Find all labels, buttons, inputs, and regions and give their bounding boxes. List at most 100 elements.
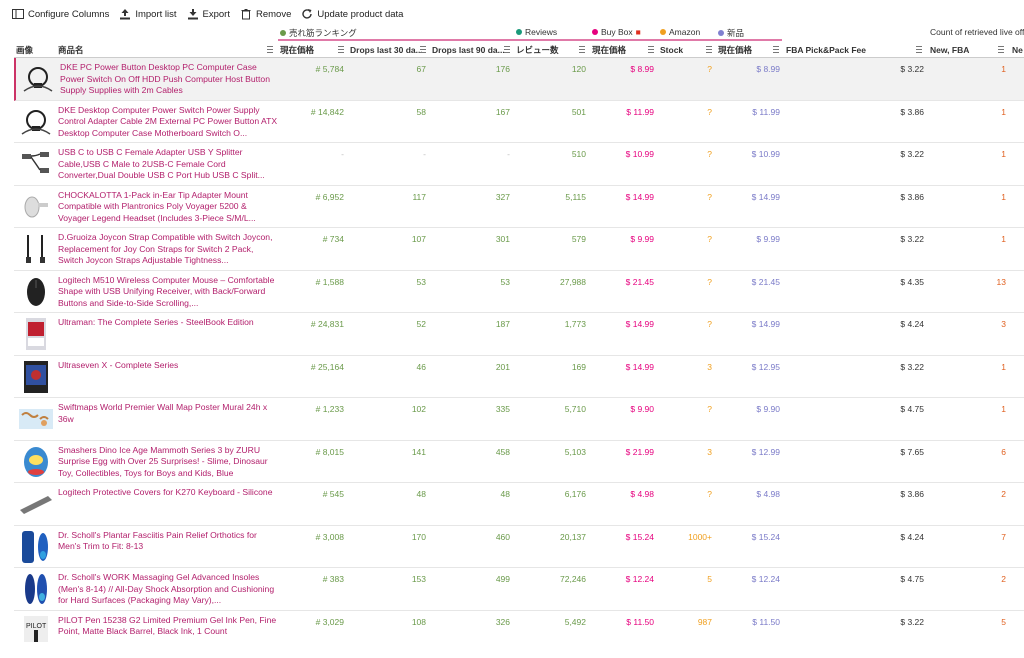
col-reviews[interactable]: レビュー数 <box>514 42 578 58</box>
table-row[interactable]: USB C to USB C Female Adapter USB Y Spli… <box>14 143 1024 186</box>
col-bb-menu-icon[interactable] <box>648 46 654 53</box>
drops30-cell: 48 <box>416 489 426 499</box>
import-list-label: Import list <box>135 8 177 20</box>
product-title-link[interactable]: Dr. Scholl's Plantar Fasciitis Pain Reli… <box>58 530 280 553</box>
product-title-link[interactable]: Swiftmaps World Premier Wall Map Poster … <box>58 402 280 425</box>
drops30-cell: 67 <box>416 64 426 74</box>
new-price-cell: $ 12.95 <box>751 361 780 372</box>
product-title-link[interactable]: PILOT Pen 15238 G2 Limited Premium Gel I… <box>58 615 280 638</box>
product-image[interactable] <box>18 486 54 522</box>
reviews-cell: 169 <box>571 361 586 372</box>
sales-rank-cell: # 545 <box>322 489 344 499</box>
configure-columns-label: Configure Columns <box>28 8 110 20</box>
sales-rank-cell: # 734 <box>322 234 344 244</box>
product-title-link[interactable]: DKE Desktop Computer Power Switch Power … <box>58 105 280 140</box>
product-title-link[interactable]: CHOCKALOTTA 1-Pack in-Ear Tip Adapter Mo… <box>58 190 280 225</box>
count-cell: 2 <box>1001 489 1006 499</box>
buybox-price-cell: $ 15.24 <box>625 531 654 542</box>
table-row[interactable]: D.Gruoiza Joycon Strap Compatible with S… <box>14 228 1024 271</box>
product-image[interactable] <box>18 104 54 140</box>
table-row[interactable]: Ultraman: The Complete Series - SteelBoo… <box>14 313 1024 356</box>
col-image[interactable]: 画像 <box>14 42 54 58</box>
table-row[interactable]: Logitech Protective Covers for K270 Keyb… <box>14 483 1024 526</box>
product-image[interactable] <box>18 444 54 480</box>
stock-cell: 987 <box>697 616 712 627</box>
col-stock-menu-icon[interactable] <box>706 46 712 53</box>
col-reviews-menu-icon[interactable] <box>579 46 585 53</box>
product-image[interactable] <box>18 401 54 437</box>
table-row[interactable]: CHOCKALOTTA 1-Pack in-Ear Tip Adapter Mo… <box>14 186 1024 228</box>
product-title-link[interactable]: Smashers Dino Ice Age Mammoth Series 3 b… <box>58 445 280 480</box>
col-new-current[interactable]: 現在価格 <box>716 42 772 58</box>
col-name[interactable]: 商品名 <box>56 42 266 58</box>
col-new-menu-icon[interactable] <box>773 46 779 53</box>
sales-rank-dot-icon <box>280 30 286 36</box>
import-list-button[interactable]: Import list <box>119 8 177 20</box>
product-image[interactable] <box>20 61 56 97</box>
table-row[interactable]: DKE PC Power Button Desktop PC Computer … <box>14 58 1024 101</box>
col-drops90[interactable]: Drops last 90 da... <box>430 42 508 58</box>
product-title-link[interactable]: Dr. Scholl's WORK Massaging Gel Advanced… <box>58 572 280 607</box>
product-title-link[interactable]: Ultraman: The Complete Series - SteelBoo… <box>58 317 280 329</box>
drops90-cell: 327 <box>495 191 510 202</box>
buybox-price-cell: $ 10.99 <box>625 149 654 159</box>
fba-fee-cell: $ 4.75 <box>900 574 924 584</box>
upload-icon <box>120 9 131 20</box>
table-row[interactable]: Swiftmaps World Premier Wall Map Poster … <box>14 398 1024 441</box>
product-image[interactable] <box>18 189 54 225</box>
col-ne[interactable]: Ne <box>1010 42 1024 58</box>
update-product-data-button[interactable]: Update product data <box>301 8 403 20</box>
col-stock[interactable]: Stock <box>658 42 706 58</box>
product-title-link[interactable]: D.Gruoiza Joycon Strap Compatible with S… <box>58 232 280 267</box>
new-price-cell: $ 12.99 <box>751 446 780 457</box>
buybox-price-cell: $ 14.99 <box>625 361 654 372</box>
product-title-link[interactable]: USB C to USB C Female Adapter USB Y Spli… <box>58 147 280 182</box>
new-price-cell: $ 4.98 <box>756 489 780 499</box>
col-fba-fee-menu-icon[interactable] <box>916 46 922 53</box>
buybox-price-cell: $ 11.50 <box>626 616 654 627</box>
product-image[interactable] <box>18 231 54 267</box>
product-title-link[interactable]: Logitech M510 Wireless Computer Mouse – … <box>58 275 280 310</box>
drops30-cell: 52 <box>416 319 426 329</box>
product-title-link[interactable]: Ultraseven X - Complete Series <box>58 360 280 372</box>
table-row[interactable]: Dr. Scholl's WORK Massaging Gel Advanced… <box>14 568 1024 611</box>
fba-fee-cell: $ 3.22 <box>900 64 924 74</box>
table-row[interactable]: PILOT PILOT Pen 15238 G2 Limited Premium … <box>14 611 1024 642</box>
product-image[interactable] <box>18 571 54 607</box>
new-price-cell: $ 14.99 <box>751 319 780 329</box>
product-image[interactable] <box>18 529 54 565</box>
product-image[interactable] <box>18 316 54 352</box>
count-cell: 1 <box>1001 64 1006 74</box>
fba-fee-cell: $ 4.24 <box>900 319 924 329</box>
product-image[interactable]: PILOT <box>18 614 54 642</box>
column-header-row: 画像 商品名 現在価格 Drops last 30 da... Drops la… <box>14 42 1024 58</box>
fba-fee-cell: $ 3.22 <box>900 361 924 372</box>
remove-button[interactable]: Remove <box>240 8 291 20</box>
col-new-fba-menu-icon[interactable] <box>998 46 1004 53</box>
table-row[interactable]: Dr. Scholl's Plantar Fasciitis Pain Reli… <box>14 526 1024 568</box>
drops90-cell: 499 <box>495 574 510 584</box>
table-row[interactable]: Ultraseven X - Complete Series # 25,164 46… <box>14 356 1024 398</box>
product-image[interactable] <box>18 359 54 395</box>
col-new-fba[interactable]: New, FBA <box>928 42 998 58</box>
group-new: 新品 <box>718 27 744 39</box>
configure-columns-button[interactable]: Configure Columns <box>12 8 109 20</box>
product-title-link[interactable]: Logitech Protective Covers for K270 Keyb… <box>58 487 280 499</box>
buybox-price-cell: $ 14.99 <box>625 319 654 329</box>
col-fba-fee[interactable]: FBA Pick&Pack Fee <box>784 42 914 58</box>
product-title-link[interactable]: DKE PC Power Button Desktop PC Computer … <box>60 62 282 97</box>
col-drops30-menu-icon[interactable] <box>420 46 426 53</box>
col-rank-menu-icon[interactable] <box>338 46 344 53</box>
product-image[interactable] <box>18 274 54 310</box>
table-row[interactable]: Logitech M510 Wireless Computer Mouse – … <box>14 271 1024 313</box>
col-name-menu-icon[interactable] <box>267 46 273 53</box>
group-sales-rank-label: 売れ筋ランキング <box>289 28 357 38</box>
stock-cell: 1000+ <box>688 531 712 542</box>
col-bb-current[interactable]: 現在価格 <box>590 42 650 58</box>
table-row[interactable]: DKE Desktop Computer Power Switch Power … <box>14 101 1024 143</box>
table-row[interactable]: Smashers Dino Ice Age Mammoth Series 3 b… <box>14 441 1024 483</box>
export-button[interactable]: Export <box>187 8 230 20</box>
col-drops30[interactable]: Drops last 30 da... <box>348 42 422 58</box>
product-image[interactable] <box>18 146 54 182</box>
col-drops90-menu-icon[interactable] <box>504 46 510 53</box>
